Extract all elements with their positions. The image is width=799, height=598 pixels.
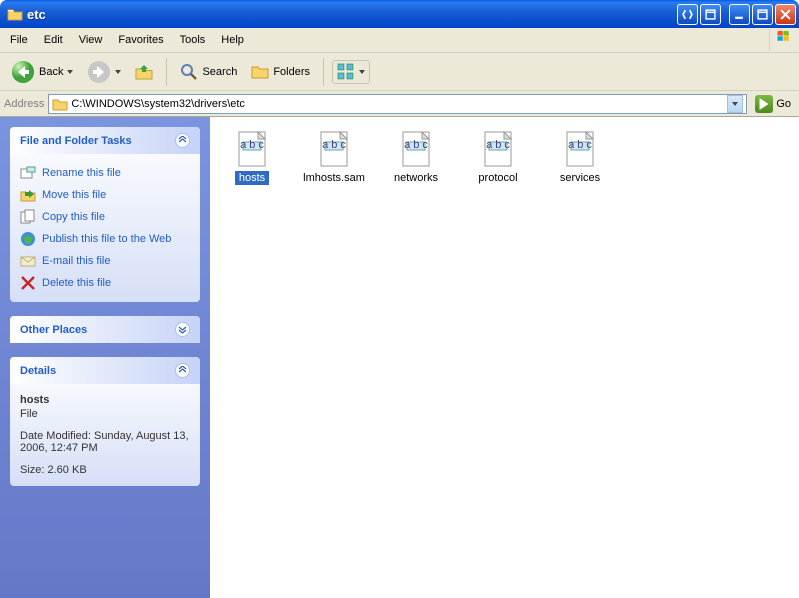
search-label: Search — [202, 66, 237, 78]
file-folder-tasks-panel: File and Folder Tasks Rename this file M… — [10, 127, 200, 302]
views-button[interactable] — [332, 60, 370, 84]
folder-icon — [52, 96, 68, 112]
search-button[interactable]: Search — [175, 60, 242, 84]
views-icon — [337, 63, 355, 81]
chevron-down-icon — [67, 70, 73, 74]
other-places-panel: Other Places — [10, 316, 200, 343]
folders-icon — [251, 63, 269, 81]
file-list[interactable]: a b c hosts a b c lmhosts.sam a b c netw… — [210, 117, 799, 598]
svg-text:a b c: a b c — [322, 139, 346, 151]
file-item-services[interactable]: a b c services — [542, 127, 618, 185]
details-modified: Date Modified: Sunday, August 13, 2006, … — [20, 430, 190, 454]
menu-help[interactable]: Help — [213, 31, 252, 49]
fullscreen-right-button[interactable] — [700, 4, 721, 25]
window-title: etc — [27, 7, 46, 22]
copy-icon — [20, 209, 36, 225]
folder-icon — [7, 6, 23, 22]
back-icon — [11, 60, 35, 84]
chevron-up-icon — [175, 133, 190, 148]
delete-icon — [20, 275, 36, 291]
back-button[interactable]: Back — [6, 57, 78, 87]
go-label: Go — [776, 98, 791, 110]
forward-icon — [87, 60, 111, 84]
back-label: Back — [39, 66, 63, 78]
address-bar: Address Go — [0, 91, 799, 117]
folders-button[interactable]: Folders — [246, 60, 315, 84]
address-input[interactable] — [71, 98, 724, 110]
file-icon: a b c — [236, 131, 268, 167]
toolbar: Back Search Folders — [0, 53, 799, 91]
task-rename[interactable]: Rename this file — [20, 162, 190, 184]
details-filename: hosts — [20, 394, 190, 406]
go-button[interactable]: Go — [751, 93, 795, 115]
task-publish[interactable]: Publish this file to the Web — [20, 228, 190, 250]
details-panel: Details hosts File Date Modified: Sunday… — [10, 357, 200, 486]
other-places-title: Other Places — [20, 324, 87, 336]
search-icon — [180, 63, 198, 81]
task-copy[interactable]: Copy this file — [20, 206, 190, 228]
svg-text:a b c: a b c — [240, 139, 264, 151]
svg-text:a b c: a b c — [404, 139, 428, 151]
chevron-down-icon — [115, 70, 121, 74]
folders-label: Folders — [273, 66, 310, 78]
details-header[interactable]: Details — [10, 357, 200, 384]
fft-title: File and Folder Tasks — [20, 135, 132, 147]
file-label: lmhosts.sam — [299, 171, 369, 185]
forward-button[interactable] — [82, 57, 126, 87]
file-icon: a b c — [564, 131, 596, 167]
svg-text:a b c: a b c — [568, 139, 592, 151]
task-move[interactable]: Move this file — [20, 184, 190, 206]
file-item-protocol[interactable]: a b c protocol — [460, 127, 536, 185]
file-icon: a b c — [400, 131, 432, 167]
windows-flag-icon — [769, 29, 791, 51]
file-label: services — [556, 171, 604, 185]
details-title: Details — [20, 365, 56, 377]
chevron-down-icon — [175, 322, 190, 337]
chevron-up-icon — [175, 363, 190, 378]
file-item-lmhosts[interactable]: a b c lmhosts.sam — [296, 127, 372, 185]
task-delete[interactable]: Delete this file — [20, 272, 190, 294]
chevron-down-icon — [732, 102, 738, 106]
titlebar: etc — [0, 0, 799, 28]
menu-favorites[interactable]: Favorites — [110, 31, 171, 49]
sidebar: File and Folder Tasks Rename this file M… — [0, 117, 210, 598]
file-icon: a b c — [318, 131, 350, 167]
maximize-button[interactable] — [752, 4, 773, 25]
move-icon — [20, 187, 36, 203]
email-icon — [20, 253, 36, 269]
other-places-header[interactable]: Other Places — [10, 316, 200, 343]
fft-header[interactable]: File and Folder Tasks — [10, 127, 200, 154]
globe-icon — [20, 231, 36, 247]
file-label: hosts — [235, 171, 269, 185]
file-icon: a b c — [482, 131, 514, 167]
up-icon — [135, 63, 153, 81]
close-button[interactable] — [775, 4, 796, 25]
menu-edit[interactable]: Edit — [36, 31, 71, 49]
address-dropdown[interactable] — [727, 95, 743, 113]
rename-icon — [20, 165, 36, 181]
menu-file[interactable]: File — [2, 31, 36, 49]
task-email[interactable]: E-mail this file — [20, 250, 190, 272]
menu-tools[interactable]: Tools — [172, 31, 214, 49]
file-item-networks[interactable]: a b c networks — [378, 127, 454, 185]
fullscreen-left-button[interactable] — [677, 4, 698, 25]
address-box[interactable] — [48, 94, 747, 114]
chevron-down-icon — [359, 70, 365, 74]
details-filetype: File — [20, 408, 190, 420]
address-label: Address — [4, 98, 44, 110]
minimize-button[interactable] — [729, 4, 750, 25]
file-label: protocol — [474, 171, 521, 185]
file-label: networks — [390, 171, 442, 185]
details-size: Size: 2.60 KB — [20, 464, 190, 476]
up-button[interactable] — [130, 60, 158, 84]
file-item-hosts[interactable]: a b c hosts — [214, 127, 290, 185]
svg-text:a b c: a b c — [486, 139, 510, 151]
go-icon — [755, 95, 773, 113]
menubar: File Edit View Favorites Tools Help — [0, 28, 799, 53]
menu-view[interactable]: View — [71, 31, 111, 49]
